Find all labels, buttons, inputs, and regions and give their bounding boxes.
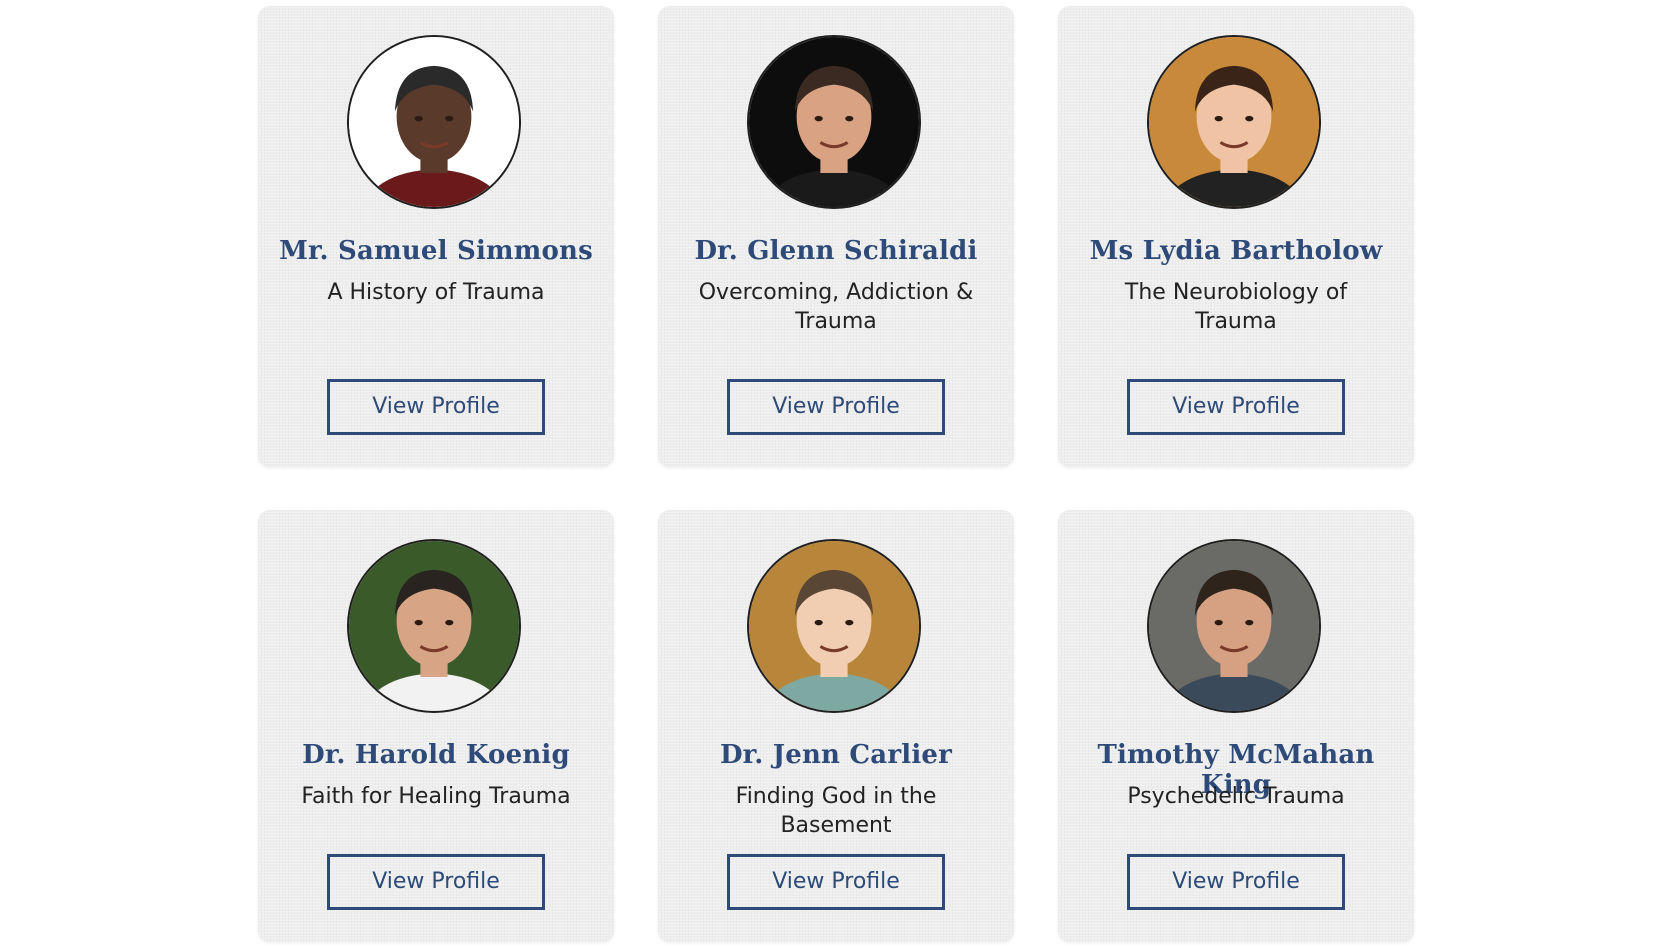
view-profile-button[interactable]: View Profile [1127,854,1345,910]
speaker-topic: Psychedelic Trauma [1127,784,1345,809]
speaker-topic: A History of Trauma [327,280,545,305]
speaker-name: Dr. Harold Koenig [302,740,570,770]
speaker-name: Ms Lydia Bartholow [1089,236,1383,266]
speaker-name: Dr. Glenn Schiraldi [694,236,978,266]
speaker-topic: The Neurobiology of Trauma [1124,280,1348,334]
speaker-avatar [347,35,521,209]
speaker-topic: Overcoming, Addiction & Trauma [698,280,974,334]
speaker-card: Dr. Glenn Schiraldi Overcoming, Addictio… [658,6,1014,467]
speaker-card: Ms Lydia Bartholow The Neurobiology of T… [1058,6,1414,467]
speaker-avatar [747,539,921,713]
speaker-grid: Mr. Samuel Simmons A History of Trauma V… [0,0,1680,945]
view-profile-button[interactable]: View Profile [327,854,545,910]
speaker-topic: Faith for Healing Trauma [301,784,571,809]
speaker-card: Mr. Samuel Simmons A History of Trauma V… [258,6,614,467]
view-profile-button[interactable]: View Profile [727,379,945,435]
view-profile-button[interactable]: View Profile [1127,379,1345,435]
speaker-avatar [1147,35,1321,209]
speaker-avatar [1147,539,1321,713]
speaker-card: Timothy McMahan King Psychedelic Trauma … [1058,510,1414,942]
speaker-avatar [747,35,921,209]
view-profile-button[interactable]: View Profile [327,379,545,435]
speaker-name: Mr. Samuel Simmons [279,236,593,266]
speaker-card: Dr. Jenn Carlier Finding God in the Base… [658,510,1014,942]
speaker-card: Dr. Harold Koenig Faith for Healing Trau… [258,510,614,942]
speaker-topic: Finding God in the Basement [735,784,937,838]
speaker-name: Dr. Jenn Carlier [719,740,953,770]
speaker-avatar [347,539,521,713]
view-profile-button[interactable]: View Profile [727,854,945,910]
